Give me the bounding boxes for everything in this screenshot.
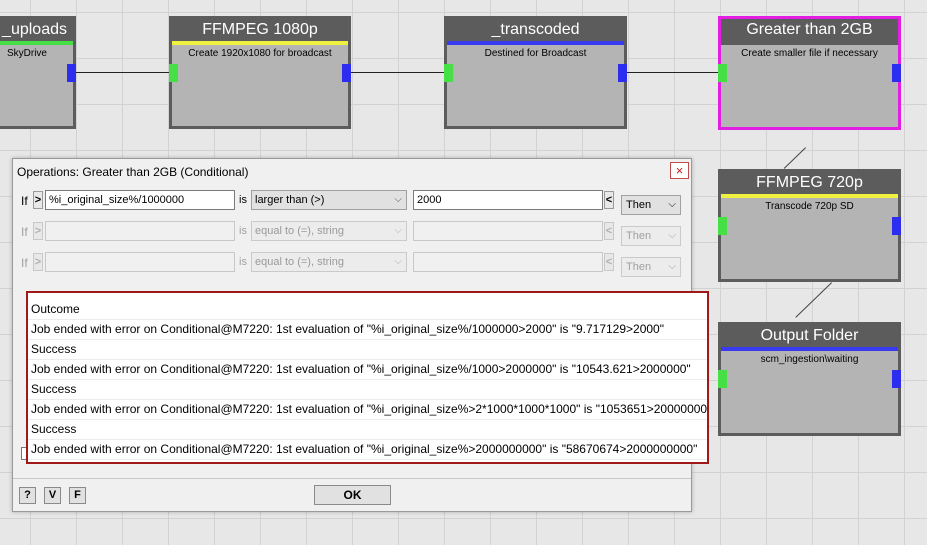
outcome-line: Job ended with error on Conditional@M722…	[28, 440, 707, 460]
connection-wire	[351, 72, 444, 73]
node-stripe	[721, 347, 898, 351]
value-input[interactable]	[413, 221, 603, 241]
chevron-down-icon: ⌵	[668, 261, 676, 272]
node-title: _transcoded	[447, 19, 624, 41]
operator-select[interactable]: larger than (>) ⌵	[251, 190, 407, 210]
workflow-node-greater-than-2gb[interactable]: Greater than 2GB Create smaller file if …	[718, 16, 901, 130]
outcome-line: Success	[28, 420, 707, 440]
node-description: Destined for Broadcast	[484, 48, 587, 59]
close-button[interactable]: ×	[670, 162, 689, 179]
outcome-list[interactable]: Outcome Job ended with error on Conditio…	[26, 291, 709, 464]
expand-arrow-button[interactable]: >	[33, 253, 43, 271]
input-port[interactable]	[444, 64, 453, 82]
node-description: Create smaller file if necessary	[741, 48, 878, 59]
output-port[interactable]	[892, 217, 901, 235]
dialog-title: Operations: Greater than 2GB (Conditiona…	[17, 165, 249, 179]
then-select[interactable]: Then ⌵	[621, 226, 681, 246]
f-button[interactable]: F	[69, 487, 86, 504]
then-value: Then	[626, 230, 652, 242]
node-title: Greater than 2GB	[721, 19, 898, 41]
collapse-arrow-button[interactable]: <	[604, 253, 614, 271]
condition-row: If > is equal to (=), string ⌵ < Then ⌵	[13, 252, 691, 277]
node-stripe	[172, 41, 348, 45]
expression-input[interactable]	[45, 221, 235, 241]
output-port[interactable]	[892, 370, 901, 388]
output-port[interactable]	[67, 64, 76, 82]
operator-value: larger than (>)	[255, 194, 325, 206]
node-title: Output Folder	[721, 325, 898, 347]
outcome-line: Job ended with error on Conditional@M722…	[28, 400, 707, 420]
workflow-node-ffmpeg-1080p[interactable]: FFMPEG 1080p Create 1920x1080 for broadc…	[169, 16, 351, 129]
if-label: If	[21, 194, 28, 208]
input-port[interactable]	[718, 217, 727, 235]
input-port[interactable]	[169, 64, 178, 82]
value-input[interactable]: 2000	[413, 190, 603, 210]
is-label: is	[239, 256, 247, 268]
node-stripe	[0, 41, 73, 45]
then-select[interactable]: Then ⌵	[621, 195, 681, 215]
expand-arrow-button[interactable]: >	[33, 191, 43, 209]
expression-input[interactable]: %i_original_size%/1000000	[45, 190, 235, 210]
node-title: FFMPEG 720p	[721, 172, 898, 194]
expand-arrow-button[interactable]: >	[33, 222, 43, 240]
workflow-node-output-folder[interactable]: Output Folder scm_ingestion\waiting	[718, 322, 901, 436]
expression-input[interactable]	[45, 252, 235, 272]
outcome-line: Success	[28, 380, 707, 400]
workflow-node-ffmpeg-720p[interactable]: FFMPEG 720p Transcode 720p SD	[718, 169, 901, 282]
chevron-down-icon: ⌵	[668, 199, 676, 210]
ok-button[interactable]: OK	[314, 485, 391, 505]
node-stripe	[721, 194, 898, 198]
connection-wire	[783, 147, 806, 169]
chevron-down-icon: ⌵	[394, 194, 402, 205]
connection-wire	[76, 72, 169, 73]
value-input[interactable]	[413, 252, 603, 272]
node-description: Create 1920x1080 for broadcast	[188, 48, 332, 59]
if-label: If	[21, 225, 28, 239]
chevron-down-icon: ⌵	[394, 225, 402, 236]
operator-select[interactable]: equal to (=), string ⌵	[251, 221, 407, 241]
outcome-line: Job ended with error on Conditional@M722…	[28, 320, 707, 340]
help-button[interactable]: ?	[19, 487, 36, 504]
chevron-down-icon: ⌵	[394, 256, 402, 267]
output-port[interactable]	[618, 64, 627, 82]
node-title: FFMPEG 1080p	[172, 19, 348, 41]
outcome-header: Outcome	[28, 300, 707, 320]
dialog-button-bar: ? V F OK	[13, 478, 691, 511]
output-port[interactable]	[892, 64, 901, 82]
input-port[interactable]	[718, 64, 727, 82]
outcome-line: Success	[28, 340, 707, 360]
node-description: SkyDrive	[6, 48, 47, 59]
condition-row: If > is equal to (=), string ⌵ < Then ⌵	[13, 221, 691, 246]
then-value: Then	[626, 199, 652, 211]
node-stripe	[721, 41, 898, 45]
chevron-down-icon: ⌵	[668, 230, 676, 241]
is-label: is	[239, 225, 247, 237]
then-select[interactable]: Then ⌵	[621, 257, 681, 277]
operator-value: equal to (=), string	[255, 225, 344, 237]
outcome-line: Job ended with error on Conditional@M722…	[28, 360, 707, 380]
operator-select[interactable]: equal to (=), string ⌵	[251, 252, 407, 272]
if-label: If	[21, 256, 28, 270]
connection-wire	[795, 282, 832, 318]
node-description: Transcode 720p SD	[765, 201, 854, 212]
workflow-node-transcoded[interactable]: _transcoded Destined for Broadcast	[444, 16, 627, 129]
node-stripe	[447, 41, 624, 45]
collapse-arrow-button[interactable]: <	[604, 191, 614, 209]
operator-value: equal to (=), string	[255, 256, 344, 268]
collapse-arrow-button[interactable]: <	[604, 222, 614, 240]
input-port[interactable]	[718, 370, 727, 388]
is-label: is	[239, 194, 247, 206]
node-title: _uploads	[0, 19, 73, 41]
then-value: Then	[626, 261, 652, 273]
condition-row: If > %i_original_size%/1000000 is larger…	[13, 190, 691, 215]
node-description: scm_ingestion\waiting	[760, 354, 859, 365]
v-button[interactable]: V	[44, 487, 61, 504]
connection-wire	[627, 72, 719, 73]
output-port[interactable]	[342, 64, 351, 82]
workflow-node-uploads[interactable]: _uploads SkyDrive	[0, 16, 76, 129]
